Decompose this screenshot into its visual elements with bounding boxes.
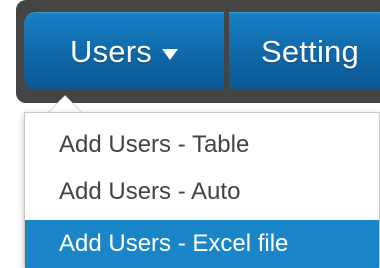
menu-item-add-users-auto[interactable]: Add Users - Auto bbox=[25, 169, 379, 215]
menu-item-add-users-table[interactable]: Add Users - Table bbox=[25, 122, 379, 168]
menu-item-label: Add Users - Excel file bbox=[59, 230, 289, 257]
nav-tab-users[interactable]: Users bbox=[24, 12, 224, 90]
users-dropdown-menu: Add Users - Table Add Users - Auto Add U… bbox=[24, 112, 380, 268]
caret-down-icon bbox=[161, 49, 178, 60]
navbar: Users Setting bbox=[16, 0, 380, 103]
menu-item-label: Add Users - Table bbox=[59, 131, 250, 158]
nav-tab-settings-label: Setting bbox=[261, 33, 359, 69]
nav-tab-settings[interactable]: Setting bbox=[229, 12, 380, 90]
menu-item-add-users-excel-file[interactable]: Add Users - Excel file bbox=[25, 220, 379, 268]
menu-item-label: Add Users - Auto bbox=[59, 178, 241, 205]
nav-tab-users-label: Users bbox=[70, 33, 152, 69]
dropdown-pointer bbox=[48, 96, 82, 113]
